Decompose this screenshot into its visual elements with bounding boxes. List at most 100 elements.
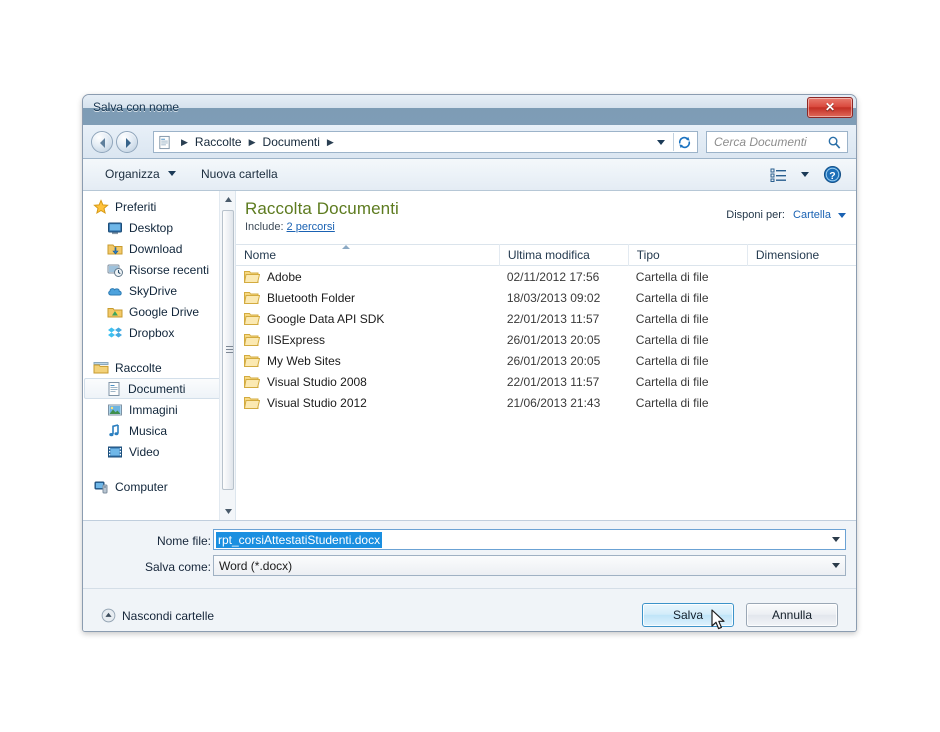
collapse-up-icon <box>101 608 116 623</box>
sidebar-item-computer[interactable]: Computer <box>83 476 235 497</box>
forward-button[interactable] <box>116 131 138 153</box>
table-row[interactable]: Google Data API SDK 22/01/2013 11:57 Carte… <box>236 308 856 329</box>
sidebar-scrollbar[interactable] <box>219 191 235 520</box>
sidebar-item-raccolte[interactable]: Raccolte <box>83 357 235 378</box>
back-button[interactable] <box>91 131 113 153</box>
column-headers: Nome Ultima modifica Tipo Dimensione <box>236 244 856 266</box>
search-box[interactable]: Cerca Documenti <box>706 131 848 153</box>
table-row[interactable]: Visual Studio 2008 22/01/2013 11:57 Cartel… <box>236 371 856 392</box>
sidebar-item-video[interactable]: Video <box>83 441 235 462</box>
sidebar-item-preferiti[interactable]: Preferiti <box>83 196 235 217</box>
sidebar-item-label: Computer <box>115 479 168 494</box>
hide-folders-button[interactable]: Nascondi cartelle <box>101 608 214 623</box>
chevron-down-icon <box>838 213 846 218</box>
table-row[interactable]: IISExpress 26/01/2013 20:05 Cartella di fi… <box>236 329 856 350</box>
scroll-up-button[interactable] <box>220 191 235 208</box>
filename-value[interactable]: rpt_corsiAttestatiStudenti.docx <box>216 531 383 548</box>
sidebar-item-label: Risorse recenti <box>129 262 210 277</box>
dialog-footer: Nascondi cartelle Salva Annulla <box>83 589 856 631</box>
file-modified-cell: 22/01/2013 11:57 <box>506 311 600 326</box>
file-modified-cell: 26/01/2013 20:05 <box>506 332 601 347</box>
file-modified-cell: 02/11/2012 17:56 <box>506 269 600 284</box>
file-name-label: Visual Studio 2012 <box>267 395 367 410</box>
sidebar-item-documenti[interactable]: Documenti <box>84 378 231 399</box>
table-row[interactable]: My Web Sites 26/01/2013 20:05 Cartella di … <box>236 350 856 371</box>
title-bar-gloss <box>83 95 856 108</box>
file-name-label: Visual Studio 2008 <box>267 374 367 389</box>
breadcrumb-item-raccolte[interactable]: Raccolte <box>193 135 244 149</box>
arrange-by-control[interactable]: Disponi per: Cartella <box>726 209 846 221</box>
search-icon <box>828 136 841 149</box>
libraries-icon <box>93 361 109 373</box>
save-form: Nome file: rpt_corsiAttestatiStudenti.do… <box>83 521 856 589</box>
recent-icon <box>107 264 123 277</box>
column-header-ultima-modifica[interactable]: Ultima modifica <box>498 244 628 266</box>
video-icon <box>108 446 122 457</box>
mouse-cursor <box>711 609 725 630</box>
chevron-down-icon <box>657 139 665 145</box>
sidebar-item-immagini[interactable]: Immagini <box>83 399 235 420</box>
chevron-down-icon <box>224 509 232 514</box>
file-name-label: My Web Sites <box>267 353 341 368</box>
file-name-cell: IISExpress <box>236 333 499 347</box>
breadcrumb-item-documenti[interactable]: Documenti <box>261 135 322 149</box>
sidebar-item-label: Raccolte <box>115 360 162 375</box>
chevron-up-icon <box>224 197 232 202</box>
folder-icon <box>244 291 260 304</box>
refresh-icon <box>678 136 691 148</box>
table-row[interactable]: Bluetooth Folder 18/03/2013 09:02 Cartella… <box>236 287 856 308</box>
cancel-button[interactable]: Annulla <box>746 603 838 627</box>
sidebar-item-risorse-recenti[interactable]: Risorse recenti <box>83 259 235 280</box>
file-name-cell: Bluetooth Folder <box>236 291 499 305</box>
sidebar-item-dropbox[interactable]: Dropbox <box>83 322 235 343</box>
scrollbar-thumb[interactable] <box>222 210 234 490</box>
browser-body: Preferiti Desktop Download Risorse recen… <box>83 191 856 521</box>
file-type-cell: Cartella di file <box>635 395 709 410</box>
sidebar-item-label: Documenti <box>128 381 186 396</box>
column-header-dimensione[interactable]: Dimensione <box>746 244 856 266</box>
sidebar-item-desktop[interactable]: Desktop <box>83 217 235 238</box>
file-list-pane: Raccolta Documenti Include: 2 percorsi Di… <box>236 191 856 520</box>
file-modified-cell: 21/06/2013 21:43 <box>506 395 601 410</box>
file-modified-cell: 26/01/2013 20:05 <box>506 353 601 368</box>
breadcrumb-bar[interactable]: ▶ Raccolte ▶ Documenti ▶ <box>153 131 698 153</box>
sidebar-item-google-drive[interactable]: Google Drive <box>83 301 235 322</box>
include-link[interactable]: 2 percorsi <box>287 221 335 233</box>
breadcrumb-dropdown-button[interactable] <box>651 132 671 152</box>
refresh-button[interactable] <box>673 133 695 151</box>
close-button[interactable]: ✕ <box>807 97 853 118</box>
filetype-dropdown-button[interactable] <box>827 556 845 575</box>
scroll-down-button[interactable] <box>220 503 235 520</box>
view-mode-icon[interactable] <box>770 167 788 183</box>
organize-label: Organizza <box>105 167 160 181</box>
forward-arrow-icon <box>126 138 131 148</box>
file-name-label: Bluetooth Folder <box>267 290 356 305</box>
view-mode-dropdown-icon[interactable] <box>801 172 809 177</box>
table-row[interactable]: Visual Studio 2012 21/06/2013 21:43 Cartel… <box>236 392 856 413</box>
file-type-cell: Cartella di file <box>635 353 709 368</box>
filename-dropdown-button[interactable] <box>827 530 845 549</box>
column-header-tipo[interactable]: Tipo <box>627 244 747 266</box>
folder-icon <box>244 312 260 325</box>
folder-icon <box>244 333 260 346</box>
sidebar-item-musica[interactable]: Musica <box>83 420 235 441</box>
sidebar-item-skydrive[interactable]: SkyDrive <box>83 280 235 301</box>
filename-label: Nome file: <box>156 534 211 548</box>
table-row[interactable]: Adobe 02/11/2012 17:56 Cartella di file <box>236 266 856 287</box>
organize-button[interactable]: Organizza <box>105 167 177 181</box>
scrollbar-grip <box>226 346 233 353</box>
arrange-value[interactable]: Cartella <box>793 209 831 221</box>
new-folder-button[interactable]: Nuova cartella <box>201 167 278 181</box>
column-header-nome[interactable]: Nome <box>236 244 499 266</box>
search-input[interactable]: Cerca Documenti <box>714 135 807 149</box>
file-type-cell: Cartella di file <box>635 269 709 284</box>
sidebar-item-label: Dropbox <box>129 325 175 340</box>
file-list: Adobe 02/11/2012 17:56 Cartella di file Blu… <box>236 266 856 413</box>
star-icon <box>93 198 109 214</box>
sidebar-item-label: Musica <box>129 423 168 438</box>
sidebar-item-download[interactable]: Download <box>83 238 235 259</box>
help-icon[interactable]: ? <box>823 165 842 184</box>
filetype-select[interactable]: Word (*.docx) <box>213 555 846 576</box>
filename-input[interactable]: rpt_corsiAttestatiStudenti.docx <box>213 529 846 550</box>
file-name-cell: Visual Studio 2008 <box>236 375 499 389</box>
